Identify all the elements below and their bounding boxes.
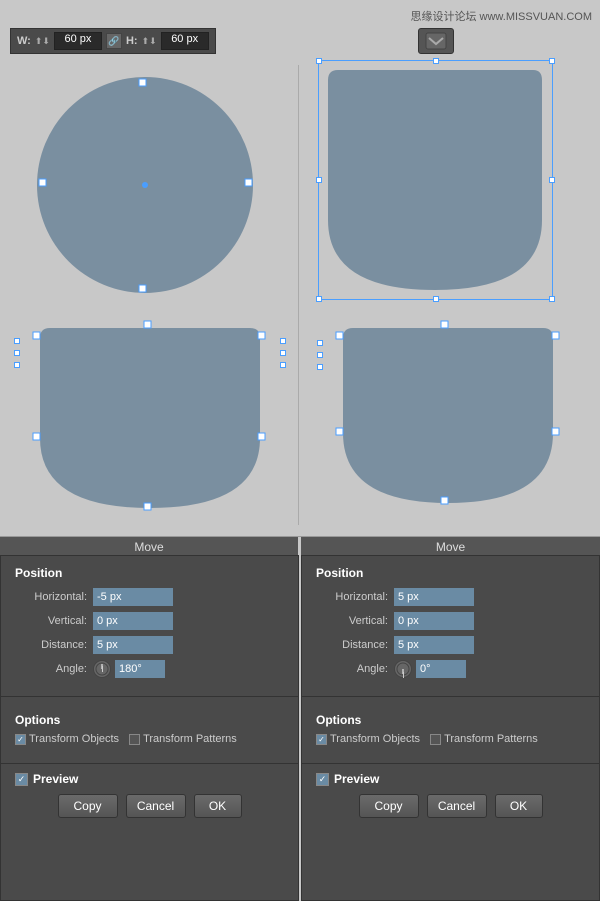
vertical-divider (298, 65, 299, 525)
btn-row-right: Copy Cancel OK (302, 794, 599, 828)
vertical-row-right: Vertical: (316, 612, 585, 630)
horizontal-input-left[interactable] (93, 588, 173, 606)
preview-label-right: Preview (334, 772, 379, 786)
options-section-left: Options Transform Objects Transform Patt… (1, 703, 298, 755)
anchor2-left-top (317, 340, 323, 346)
distance-input-left[interactable] (93, 636, 173, 654)
angle-input-right[interactable] (416, 660, 466, 678)
transform-patterns-label-right: Transform Patterns (444, 733, 538, 745)
distance-input-right[interactable] (394, 636, 474, 654)
anchor-left-bot (14, 362, 20, 368)
move-label-right: Move (301, 537, 600, 557)
transform-objects-cb-right[interactable] (316, 734, 327, 745)
section-divider-right (302, 696, 599, 697)
btn-row-left: Copy Cancel OK (1, 794, 298, 828)
ok-button-left[interactable]: OK (194, 794, 242, 818)
angle-dial-left[interactable] (93, 660, 111, 678)
angle-row-left: Angle: (15, 660, 284, 678)
height-label: H: (126, 35, 138, 47)
transform-objects-label-left: Transform Objects (29, 733, 119, 745)
canvas-area: W: ⬆⬇ 60 px 🔗 H: ⬆⬇ 60 px (0, 0, 600, 540)
preview-cb-left[interactable] (15, 773, 28, 786)
options-section-right: Options Transform Objects Transform Patt… (302, 703, 599, 755)
shape-bottom-left (15, 310, 285, 525)
preview-row-right: Preview (302, 772, 599, 794)
copy-button-left[interactable]: Copy (58, 794, 118, 818)
height-input[interactable]: 60 px (161, 32, 209, 50)
vertical-input-right[interactable] (394, 612, 474, 630)
vertical-label-left: Vertical: (15, 615, 87, 627)
horizontal-input-right[interactable] (394, 588, 474, 606)
distance-label-right: Distance: (316, 639, 388, 651)
distance-row-left: Distance: (15, 636, 284, 654)
position-section-left: Position Horizontal: Vertical: Distance:… (1, 556, 298, 690)
transform-patterns-right: Transform Patterns (430, 733, 538, 745)
checkbox-row-left: Transform Objects Transform Patterns (15, 733, 284, 745)
transform-objects-left: Transform Objects (15, 733, 119, 745)
width-label: W: (17, 35, 31, 47)
dialog-left: Position Horizontal: Vertical: Distance:… (0, 555, 299, 901)
anchor-right-top (280, 338, 286, 344)
horizontal-label-left: Horizontal: (15, 591, 87, 603)
anchor-right-mid (280, 350, 286, 356)
ok-button-right[interactable]: OK (495, 794, 543, 818)
transform-patterns-label-left: Transform Patterns (143, 733, 237, 745)
options-title-left: Options (15, 713, 284, 727)
link-icon[interactable]: 🔗 (106, 33, 122, 49)
checkbox-row-right: Transform Objects Transform Patterns (316, 733, 585, 745)
anchor-left-top (14, 338, 20, 344)
shape-bottom-right (320, 310, 575, 525)
preview-row-left: Preview (1, 772, 298, 794)
cancel-button-right[interactable]: Cancel (427, 794, 487, 818)
transform-patterns-left: Transform Patterns (129, 733, 237, 745)
horizontal-label-right: Horizontal: (316, 591, 388, 603)
cancel-button-left[interactable]: Cancel (126, 794, 186, 818)
width-arrows: ⬆⬇ (35, 36, 50, 47)
shape-top-left (20, 65, 270, 305)
vertical-input-left[interactable] (93, 612, 173, 630)
angle-label-left: Angle: (15, 663, 87, 675)
position-title-right: Position (316, 566, 585, 580)
angle-label-right: Angle: (316, 663, 388, 675)
preview-divider-right (302, 763, 599, 764)
options-title-right: Options (316, 713, 585, 727)
dialog-right: Position Horizontal: Vertical: Distance:… (301, 555, 600, 901)
preview-cb-right[interactable] (316, 773, 329, 786)
anchor-right-bot (280, 362, 286, 368)
angle-dial-right[interactable] (394, 660, 412, 678)
transform-patterns-cb-left[interactable] (129, 734, 140, 745)
transform-icon (418, 28, 454, 54)
anchor-left-mid (14, 350, 20, 356)
angle-row-right: Angle: (316, 660, 585, 678)
preview-divider-left (1, 763, 298, 764)
transform-objects-cb-left[interactable] (15, 734, 26, 745)
watermark: 思缘设计论坛 www.MISSVUAN.COM (410, 8, 592, 24)
width-input[interactable]: 60 px (54, 32, 102, 50)
transform-patterns-cb-right[interactable] (430, 734, 441, 745)
position-title-left: Position (15, 566, 284, 580)
vertical-row-left: Vertical: (15, 612, 284, 630)
distance-label-left: Distance: (15, 639, 87, 651)
height-arrows: ⬆⬇ (142, 36, 157, 47)
preview-label-left: Preview (33, 772, 78, 786)
section-divider-left (1, 696, 298, 697)
vertical-label-right: Vertical: (316, 615, 388, 627)
anchor2-left-mid (317, 352, 323, 358)
copy-button-right[interactable]: Copy (359, 794, 419, 818)
move-label-left: Move (0, 537, 298, 557)
angle-input-left[interactable] (115, 660, 165, 678)
horizontal-row-right: Horizontal: (316, 588, 585, 606)
shape-top-right (318, 60, 553, 300)
anchor2-left-bot (317, 364, 323, 370)
transform-objects-right: Transform Objects (316, 733, 420, 745)
toolbar: W: ⬆⬇ 60 px 🔗 H: ⬆⬇ 60 px (10, 28, 216, 54)
horizontal-row-left: Horizontal: (15, 588, 284, 606)
distance-row-right: Distance: (316, 636, 585, 654)
position-section-right: Position Horizontal: Vertical: Distance:… (302, 556, 599, 690)
transform-objects-label-right: Transform Objects (330, 733, 420, 745)
